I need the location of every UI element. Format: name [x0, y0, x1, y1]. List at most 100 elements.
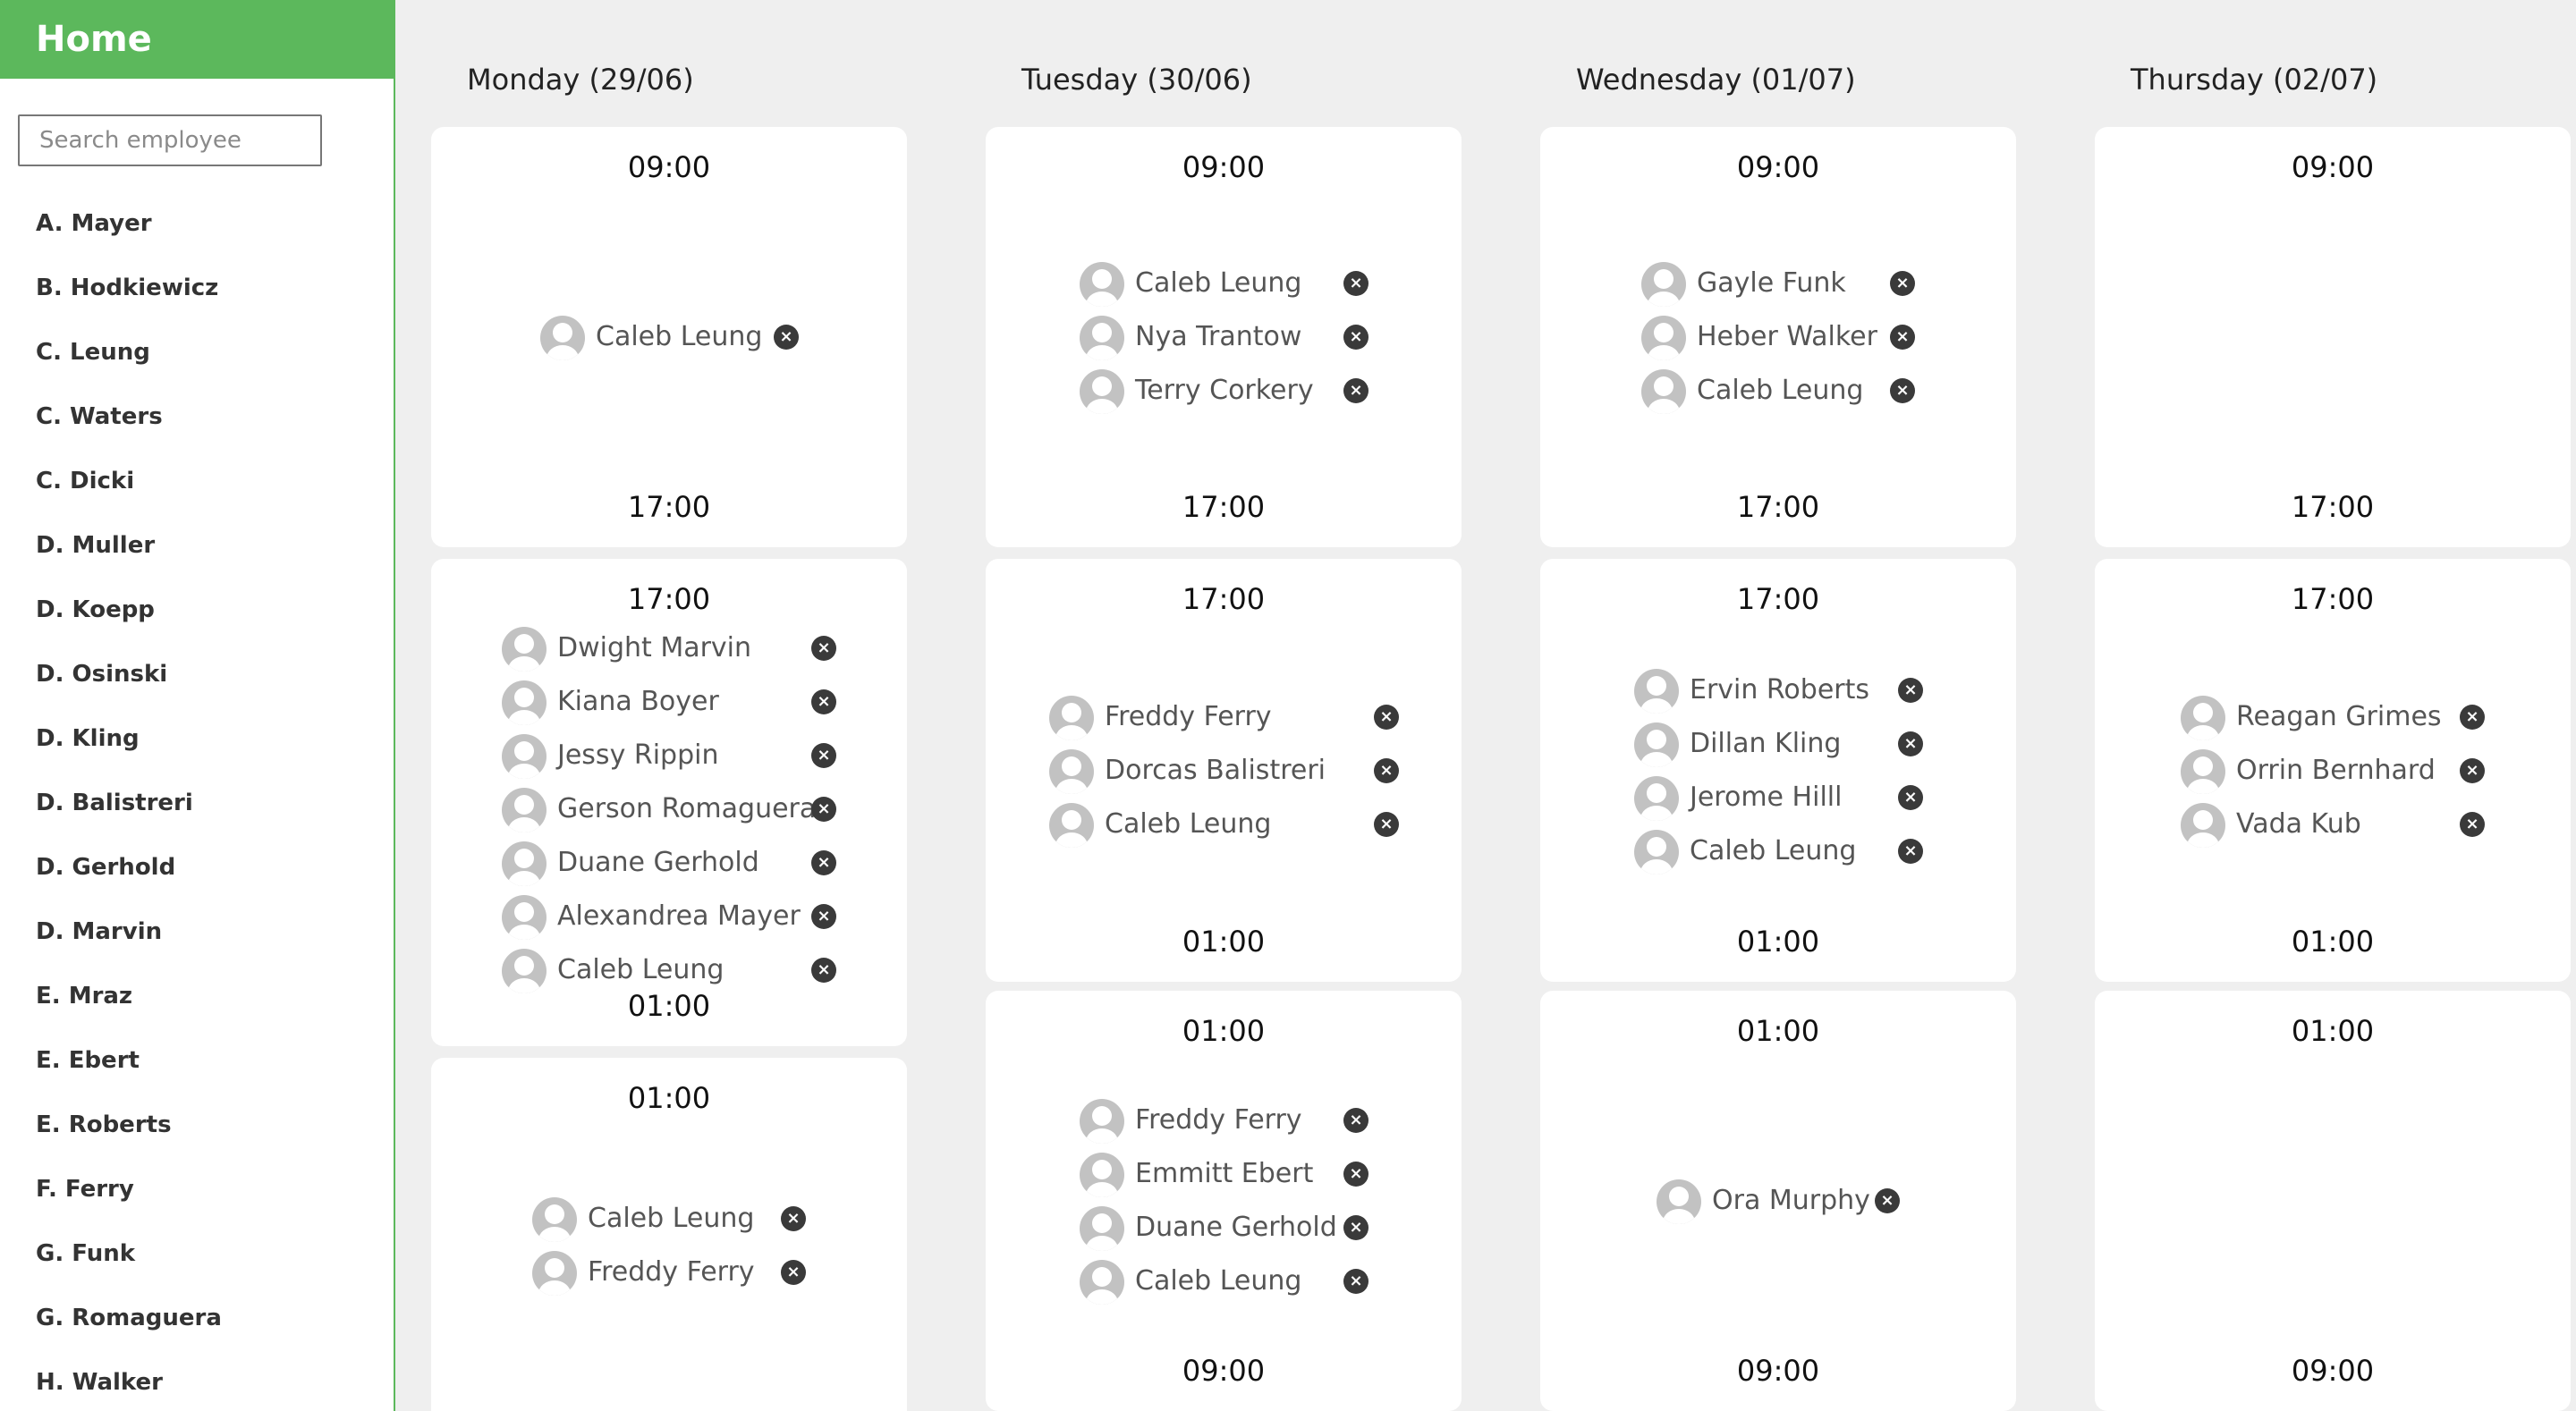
sidebar-employee-item[interactable]: G. Funk	[0, 1232, 394, 1297]
employee-name: Caleb Leung	[596, 321, 763, 352]
shift-employee-list: Ora Murphy ×	[1540, 1174, 2016, 1228]
remove-employee-icon[interactable]: ×	[811, 904, 836, 929]
shift-card: 01:00 09:00 Freddy Ferry × Emmitt Ebert × Duan…	[986, 991, 1462, 1411]
remove-employee-icon[interactable]: ×	[1898, 731, 1923, 756]
remove-employee-icon[interactable]: ×	[1374, 811, 1399, 837]
remove-employee-icon[interactable]: ×	[811, 958, 836, 983]
shift-employee-list: Caleb Leung × Nya Trantow × Terry Corkery ×	[986, 257, 1462, 418]
shift-card: 17:00 01:00 Dwight Marvin × Kiana Boyer × Jess…	[431, 559, 907, 1046]
remove-employee-icon[interactable]: ×	[1890, 378, 1915, 403]
avatar-icon	[502, 734, 547, 779]
remove-employee-icon[interactable]: ×	[2460, 757, 2485, 783]
sidebar-employee-item[interactable]: D. Gerhold	[0, 846, 394, 910]
sidebar-employee-item[interactable]: D. Muller	[0, 524, 394, 588]
employee-name: Gerson Romaguera	[557, 793, 817, 824]
sidebar-employee-item[interactable]: E. Roberts	[0, 1103, 394, 1168]
shift-employee-row: Duane Gerhold ×	[986, 1201, 1462, 1255]
remove-employee-icon[interactable]: ×	[2460, 704, 2485, 730]
shift-start-time: 01:00	[1182, 1014, 1266, 1048]
remove-employee-icon[interactable]: ×	[781, 1206, 806, 1231]
employee-name: Jerome Hilll	[1690, 781, 1843, 813]
employee-name: Emmitt Ebert	[1135, 1158, 1314, 1189]
shift-card: 01:00 09:00 Ora Murphy ×	[1540, 991, 2016, 1411]
shift-start-time: 01:00	[2291, 1014, 2375, 1048]
sidebar-employee-item[interactable]: B. Hodkiewicz	[0, 266, 394, 331]
shift-card: 17:00 01:00 Freddy Ferry × Dorcas Balistreri…	[986, 559, 1462, 982]
employee-name: Duane Gerhold	[557, 847, 759, 878]
sidebar-employee-item[interactable]: G. Romaguera	[0, 1297, 394, 1361]
remove-employee-icon[interactable]: ×	[811, 797, 836, 822]
sidebar-employee-item[interactable]: D. Balistreri	[0, 782, 394, 846]
shift-employee-list: Freddy Ferry × Dorcas Balistreri × Caleb Leu…	[986, 690, 1462, 851]
remove-employee-icon[interactable]: ×	[1898, 838, 1923, 864]
sidebar-employee-item[interactable]: E. Ebert	[0, 1039, 394, 1103]
remove-employee-icon[interactable]: ×	[1343, 378, 1368, 403]
sidebar-employee-item[interactable]: H. Walker	[0, 1361, 394, 1411]
shift-employee-row: Caleb Leung ×	[1540, 364, 2016, 418]
remove-employee-icon[interactable]: ×	[1343, 1108, 1368, 1133]
remove-employee-icon[interactable]: ×	[1890, 325, 1915, 350]
remove-employee-icon[interactable]: ×	[1898, 677, 1923, 703]
sidebar-employee-item[interactable]: D. Marvin	[0, 910, 394, 975]
shift-card: 01:00 Caleb Leung × Freddy Ferry ×	[431, 1058, 907, 1411]
search-employee-input[interactable]	[18, 114, 322, 166]
shift-employee-row: Caleb Leung ×	[986, 1255, 1462, 1308]
remove-employee-icon[interactable]: ×	[1343, 271, 1368, 296]
home-link[interactable]: Home	[0, 0, 394, 79]
remove-employee-icon[interactable]: ×	[2460, 811, 2485, 837]
shift-employee-row: Dorcas Balistreri ×	[986, 744, 1462, 798]
sidebar-employee-item[interactable]: C. Leung	[0, 331, 394, 395]
employee-name: Caleb Leung	[588, 1203, 755, 1234]
sidebar: Home A. MayerB. HodkiewiczC. LeungC. Wat…	[0, 0, 395, 1411]
shift-card: 17:00 01:00 Reagan Grimes × Orrin Bernhard × V…	[2095, 559, 2571, 982]
shift-card: 01:00 09:00	[2095, 991, 2571, 1411]
shift-end-time: 09:00	[1736, 1354, 1820, 1388]
shift-employee-row: Kiana Boyer ×	[431, 675, 907, 729]
employee-name: Kiana Boyer	[557, 686, 719, 717]
remove-employee-icon[interactable]: ×	[811, 743, 836, 768]
remove-employee-icon[interactable]: ×	[811, 689, 836, 714]
avatar-icon	[1049, 748, 1094, 794]
remove-employee-icon[interactable]: ×	[811, 636, 836, 661]
remove-employee-icon[interactable]: ×	[1343, 325, 1368, 350]
sidebar-employee-item[interactable]: A. Mayer	[0, 202, 394, 266]
employee-name: Duane Gerhold	[1135, 1212, 1337, 1243]
sidebar-employee-item[interactable]: C. Waters	[0, 395, 394, 460]
shift-employee-row: Caleb Leung ×	[986, 257, 1462, 310]
shift-start-time: 09:00	[1182, 150, 1266, 184]
employee-name: Alexandrea Mayer	[557, 900, 801, 932]
avatar-icon	[1080, 1153, 1124, 1197]
employee-name: Terry Corkery	[1135, 375, 1314, 406]
remove-employee-icon[interactable]: ×	[1890, 271, 1915, 296]
sidebar-employee-item[interactable]: E. Mraz	[0, 975, 394, 1039]
remove-employee-icon[interactable]: ×	[781, 1260, 806, 1285]
employee-name: Dorcas Balistreri	[1105, 754, 1326, 786]
shift-employee-row: Ervin Roberts ×	[1540, 663, 2016, 717]
employee-name: Freddy Ferry	[1105, 700, 1272, 732]
sidebar-employee-item[interactable]: C. Dicki	[0, 460, 394, 524]
avatar-icon	[1634, 668, 1679, 714]
sidebar-employee-item[interactable]: D. Koepp	[0, 588, 394, 653]
avatar-icon	[1080, 316, 1124, 360]
sidebar-employee-item[interactable]: D. Kling	[0, 717, 394, 782]
avatar-icon	[1634, 829, 1679, 874]
remove-employee-icon[interactable]: ×	[1343, 1269, 1368, 1294]
shift-employee-row: Heber Walker ×	[1540, 310, 2016, 364]
employee-name: Caleb Leung	[557, 954, 724, 985]
sidebar-employee-item[interactable]: F. Ferry	[0, 1168, 394, 1232]
shift-employee-row: Caleb Leung ×	[431, 1192, 907, 1246]
shift-employee-row: Alexandrea Mayer ×	[431, 890, 907, 943]
remove-employee-icon[interactable]: ×	[1374, 704, 1399, 730]
avatar-icon	[502, 680, 547, 725]
remove-employee-icon[interactable]: ×	[1343, 1162, 1368, 1187]
employee-name: Freddy Ferry	[1135, 1104, 1302, 1136]
avatar-icon	[1641, 369, 1686, 414]
remove-employee-icon[interactable]: ×	[1374, 757, 1399, 783]
remove-employee-icon[interactable]: ×	[1875, 1188, 1900, 1213]
remove-employee-icon[interactable]: ×	[1343, 1215, 1368, 1240]
remove-employee-icon[interactable]: ×	[1898, 784, 1923, 810]
remove-employee-icon[interactable]: ×	[774, 325, 799, 350]
sidebar-employee-item[interactable]: D. Osinski	[0, 653, 394, 717]
remove-employee-icon[interactable]: ×	[811, 850, 836, 875]
avatar-icon	[1049, 695, 1094, 740]
